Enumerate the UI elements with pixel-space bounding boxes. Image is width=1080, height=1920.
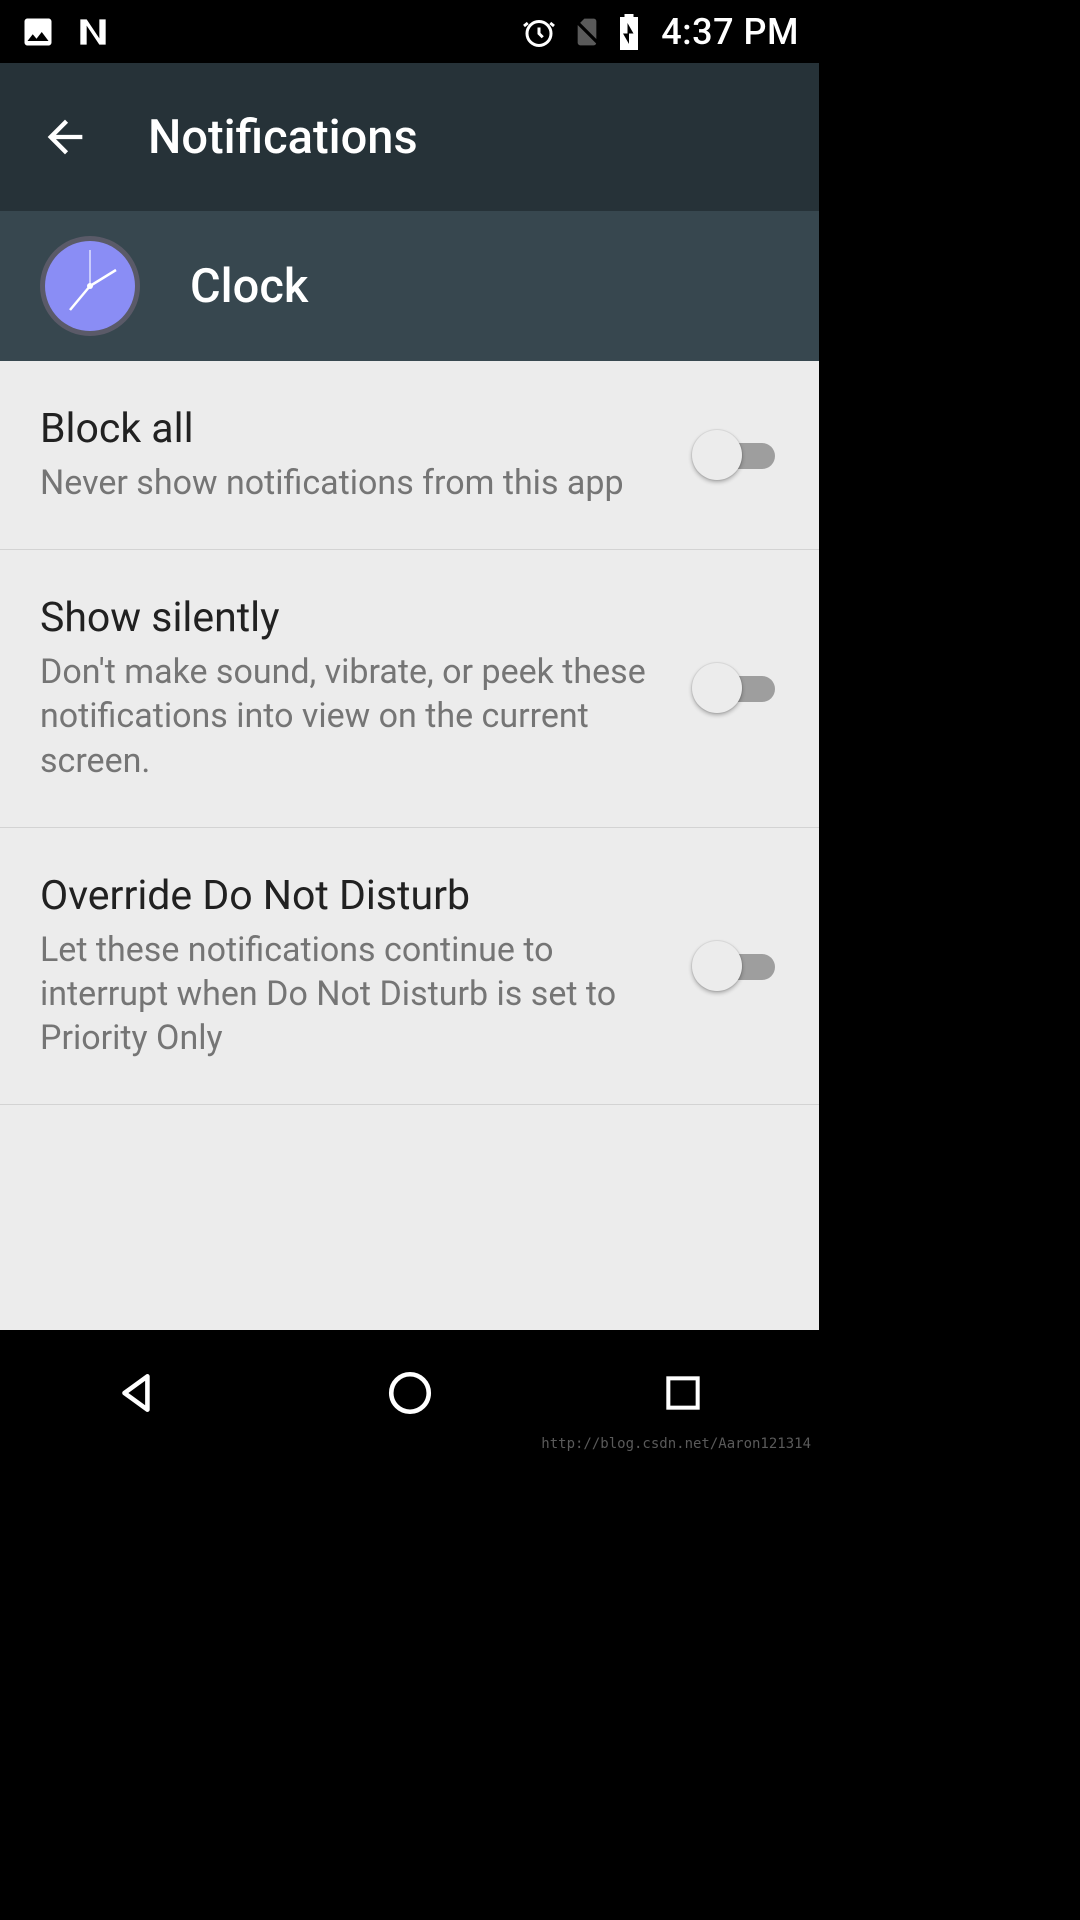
setting-desc: Don't make sound, vibrate, or peek these… [40, 650, 659, 783]
switch-block-all[interactable] [689, 427, 779, 483]
watermark-text: http://blog.csdn.net/Aaron121314 [541, 1436, 811, 1452]
alarm-icon [521, 14, 557, 50]
android-n-icon [74, 13, 112, 51]
setting-desc: Let these notifications continue to inte… [40, 928, 659, 1061]
setting-title: Show silently [40, 594, 659, 642]
status-time: 4:37 PM [661, 11, 799, 53]
nav-home-button[interactable] [350, 1353, 470, 1433]
switch-thumb [692, 430, 742, 480]
app-name-label: Clock [190, 259, 308, 314]
clock-app-icon [40, 236, 140, 336]
setting-title: Override Do Not Disturb [40, 872, 659, 920]
triangle-back-icon [112, 1368, 162, 1418]
switch-thumb [692, 941, 742, 991]
arrow-back-icon [39, 111, 91, 163]
no-sim-icon [571, 14, 603, 50]
page-title: Notifications [148, 110, 418, 165]
back-button[interactable] [18, 90, 112, 184]
switch-show-silently[interactable] [689, 660, 779, 716]
setting-show-silently[interactable]: Show silently Don't make sound, vibrate,… [0, 550, 819, 828]
navigation-bar: http://blog.csdn.net/Aaron121314 [0, 1330, 819, 1456]
switch-override-dnd[interactable] [689, 938, 779, 994]
status-left [20, 13, 112, 51]
nav-back-button[interactable] [77, 1353, 197, 1433]
app-header-row[interactable]: Clock [0, 211, 819, 361]
battery-charging-icon [617, 14, 641, 50]
setting-override-dnd[interactable]: Override Do Not Disturb Let these notifi… [0, 828, 819, 1106]
settings-list: Block all Never show notifications from … [0, 361, 819, 1330]
image-icon [20, 14, 56, 50]
setting-title: Block all [40, 405, 659, 453]
setting-desc: Never show notifications from this app [40, 461, 659, 505]
square-recents-icon [661, 1371, 705, 1415]
switch-thumb [692, 663, 742, 713]
status-bar: 4:37 PM [0, 0, 819, 63]
nav-recents-button[interactable] [623, 1353, 743, 1433]
setting-text: Show silently Don't make sound, vibrate,… [40, 594, 689, 783]
setting-text: Block all Never show notifications from … [40, 405, 689, 505]
app-bar: Notifications [0, 63, 819, 211]
device-frame: 4:37 PM Notifications Clock Block all [0, 0, 819, 1456]
circle-home-icon [385, 1368, 435, 1418]
setting-text: Override Do Not Disturb Let these notifi… [40, 872, 689, 1061]
setting-block-all[interactable]: Block all Never show notifications from … [0, 361, 819, 550]
status-right: 4:37 PM [521, 11, 799, 53]
